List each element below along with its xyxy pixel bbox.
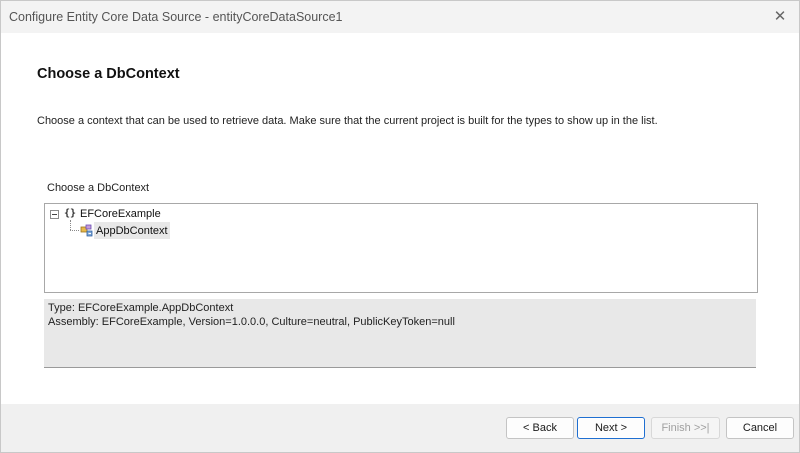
finish-button[interactable]: Finish >>|	[651, 417, 720, 439]
back-button[interactable]: < Back	[506, 417, 574, 439]
dbcontext-label: Choose a DbContext	[47, 182, 150, 194]
tree-node-namespace[interactable]: {} EFCoreExample	[45, 206, 245, 222]
collapse-icon[interactable]	[50, 210, 59, 219]
namespace-label: EFCoreExample	[80, 208, 161, 220]
window-title: Configure Entity Core Data Source - enti…	[9, 10, 343, 24]
assembly-info: Assembly: EFCoreExample, Version=1.0.0.0…	[48, 316, 455, 328]
appdbcontext-label: AppDbContext	[96, 225, 168, 237]
dbcontext-tree[interactable]: {} EFCoreExample AppDbContext	[44, 203, 758, 293]
dialog-window: Configure Entity Core Data Source - enti…	[0, 0, 800, 453]
page-description: Choose a context that can be used to ret…	[37, 115, 658, 127]
page-title: Choose a DbContext	[37, 66, 180, 82]
title-bar: Configure Entity Core Data Source - enti…	[1, 1, 799, 33]
next-button[interactable]: Next >	[577, 417, 645, 439]
type-info-panel: Type: EFCoreExample.AppDbContext Assembl…	[44, 299, 756, 368]
wizard-content: Choose a DbContext Choose a context that…	[1, 33, 799, 404]
class-icon	[80, 224, 93, 237]
button-bar: < Back Next > Finish >>| Cancel	[1, 404, 799, 452]
tree-node-appdbcontext[interactable]: AppDbContext	[45, 223, 245, 239]
type-info: Type: EFCoreExample.AppDbContext	[48, 302, 234, 314]
close-icon[interactable]: ✕	[767, 5, 793, 29]
cancel-button[interactable]: Cancel	[726, 417, 794, 439]
